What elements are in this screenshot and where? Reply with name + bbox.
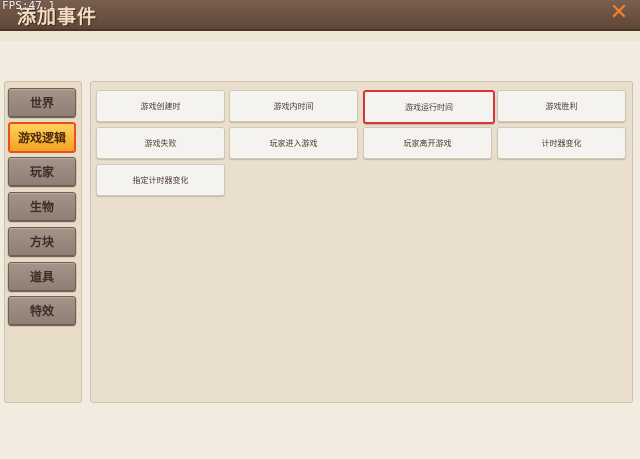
- event-specific-timer-change[interactable]: 指定计时器变化: [96, 164, 225, 196]
- header-strip: [0, 31, 640, 41]
- category-sidebar: 世界 游戏逻辑 玩家 生物 方块 道具 特效: [4, 81, 82, 403]
- sidebar-item-player[interactable]: 玩家: [8, 157, 76, 186]
- close-icon[interactable]: ✕: [608, 2, 630, 24]
- event-game-runtime[interactable]: 游戏运行时间: [363, 90, 495, 124]
- event-player-leave[interactable]: 玩家离开游戏: [363, 127, 492, 159]
- event-player-join[interactable]: 玩家进入游戏: [229, 127, 358, 159]
- fps-counter: FPS:47.1: [2, 0, 55, 12]
- sidebar-item-effect[interactable]: 特效: [8, 296, 76, 325]
- event-game-created[interactable]: 游戏创建时: [96, 90, 225, 122]
- sidebar-item-game-logic[interactable]: 游戏逻辑: [8, 122, 76, 153]
- event-timer-change[interactable]: 计时器变化: [497, 127, 626, 159]
- event-game-defeat[interactable]: 游戏失败: [96, 127, 225, 159]
- sidebar-item-creature[interactable]: 生物: [8, 192, 76, 221]
- title-bar: 添加事件 FPS:47.1 ✕: [0, 0, 640, 31]
- sidebar-item-item[interactable]: 道具: [8, 262, 76, 291]
- event-game-time[interactable]: 游戏内时间: [229, 90, 358, 122]
- event-list-panel: 游戏创建时 游戏内时间 游戏运行时间 游戏胜利 游戏失败 玩家进入游戏 玩家离开…: [90, 81, 633, 403]
- sidebar-item-world[interactable]: 世界: [8, 88, 76, 117]
- sidebar-item-block[interactable]: 方块: [8, 227, 76, 256]
- event-game-victory[interactable]: 游戏胜利: [497, 90, 626, 122]
